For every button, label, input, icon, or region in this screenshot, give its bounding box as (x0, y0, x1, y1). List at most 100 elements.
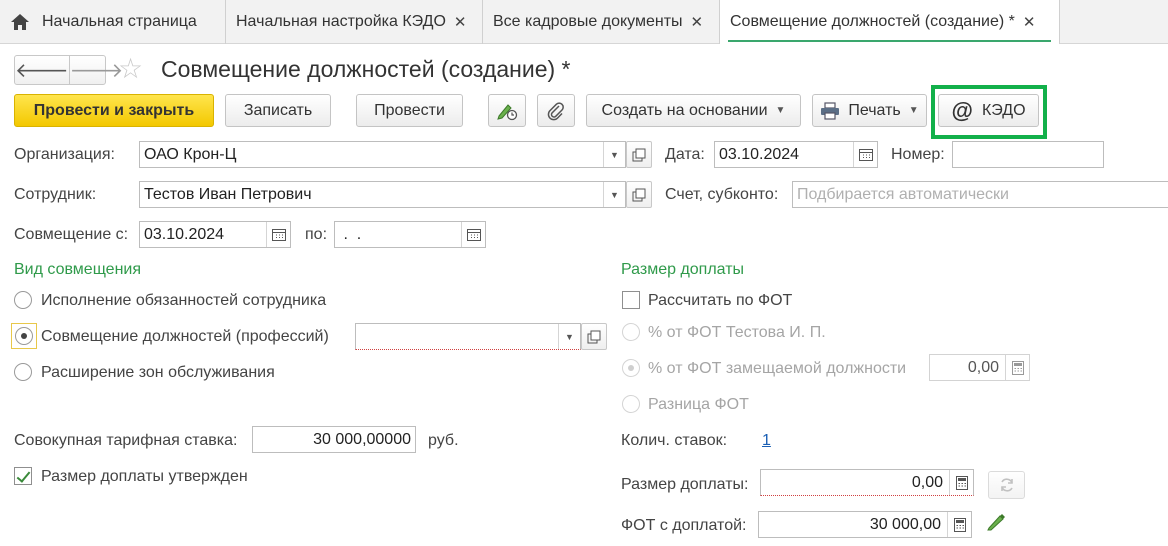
pay-radio-difference[interactable] (622, 395, 640, 413)
surcharge-label: Размер доплаты: (621, 476, 749, 493)
favorite-star-icon[interactable]: ☆ (118, 54, 143, 84)
post-and-close-button[interactable]: Провести и закрыть (14, 94, 214, 127)
date-value: 03.10.2024 (719, 145, 800, 163)
paperclip-icon (547, 101, 564, 120)
kind-option-zones: Расширение зон обслуживания (41, 364, 275, 381)
home-icon (11, 14, 29, 30)
tab-kedo-setup[interactable]: Начальная настройка КЭДО ✕ (226, 0, 483, 44)
calendar-icon[interactable] (853, 142, 877, 167)
open-organization-button[interactable] (626, 141, 652, 168)
close-icon[interactable]: ✕ (691, 13, 704, 31)
number-field[interactable] (952, 141, 1104, 168)
open-employee-button[interactable] (626, 181, 652, 208)
create-based-on-button[interactable]: Создать на основании ▼ (586, 94, 801, 127)
calculator-icon[interactable] (949, 470, 973, 495)
kind-section-title: Вид совмещения (14, 261, 142, 278)
calculator-icon[interactable] (947, 512, 971, 537)
organization-label: Организация: (14, 146, 115, 163)
post-button[interactable]: Провести (356, 94, 463, 127)
open-copy-icon (632, 148, 646, 161)
create-based-on-label: Создать на основании (601, 101, 768, 119)
chevron-down-icon: ▼ (908, 105, 919, 116)
at-sign-icon: @ (951, 97, 973, 123)
open-position-button[interactable] (581, 323, 607, 350)
save-button[interactable]: Записать (225, 94, 331, 127)
edit-fot-pencil-icon[interactable] (986, 511, 1006, 535)
kind-radio-duties[interactable] (14, 291, 32, 309)
tariff-rate-label: Совокупная тарифная ставка: (14, 432, 238, 449)
calc-by-fot-checkbox[interactable] (622, 291, 640, 309)
pay-radio-replaced-fot[interactable] (622, 359, 640, 377)
period-to-label: по: (305, 226, 328, 243)
pay-option-own-fot: % от ФОТ Тестова И. П. (648, 324, 826, 341)
period-to-value: . . (339, 225, 362, 243)
tab-all-hr-documents[interactable]: Все кадровые документы ✕ (483, 0, 720, 44)
organization-value: ОАО Крон-Ц (144, 145, 237, 163)
account-placeholder: Подбирается автоматически (797, 185, 1009, 203)
tab-label: Все кадровые документы (493, 13, 683, 30)
employee-label: Сотрудник: (14, 186, 97, 203)
close-icon[interactable]: ✕ (1023, 13, 1036, 31)
surcharge-approved-label: Размер доплаты утвержден (41, 468, 248, 485)
tariff-rate-unit: руб. (428, 432, 459, 449)
surcharge-approved-checkbox[interactable] (14, 467, 32, 485)
stavok-link[interactable]: 1 (762, 432, 771, 450)
surcharge-value: 0,00 (911, 473, 943, 491)
back-arrow-icon[interactable]: 🡐 (15, 56, 69, 84)
period-from-value: 03.10.2024 (144, 225, 225, 243)
kind-option-positions: Совмещение должностей (профессий) (41, 328, 329, 345)
pay-option-difference: Разница ФОТ (648, 396, 749, 413)
tab-label: Совмещение должностей (создание) * (730, 13, 1015, 30)
pay-option-replaced-fot: % от ФОТ замещаемой должности (648, 360, 907, 377)
attach-files-button[interactable] (537, 94, 575, 127)
close-icon[interactable]: ✕ (454, 13, 467, 31)
recalculate-button[interactable] (988, 471, 1025, 499)
tab-label: Начальная страница (42, 13, 197, 30)
kind-radio-positions[interactable] (15, 327, 33, 345)
organization-field[interactable]: ОАО Крон-Ц ▼ (139, 141, 626, 168)
percent-field[interactable]: 0,00 (929, 354, 1030, 381)
number-label: Номер: (891, 146, 945, 163)
account-label: Счет, субконто: (665, 186, 779, 203)
kedo-button[interactable]: @ КЭДО (938, 94, 1039, 127)
fot-field[interactable]: 30 000,00 (758, 511, 972, 538)
tariff-rate-field[interactable]: 30 000,00000 (252, 426, 416, 453)
open-copy-icon (587, 330, 601, 343)
stavok-label: Колич. ставок: (621, 432, 728, 449)
calendar-icon[interactable] (266, 222, 290, 247)
kind-radio-zones[interactable] (14, 363, 32, 381)
pencil-clock-icon (497, 103, 518, 120)
print-button[interactable]: Печать ▼ (812, 94, 927, 127)
forward-arrow-icon[interactable]: 🡒 (68, 56, 123, 84)
surcharge-field[interactable]: 0,00 (760, 469, 974, 496)
print-label: Печать (848, 101, 901, 119)
tab-combination-create[interactable]: Совмещение должностей (создание) * ✕ (720, 0, 1060, 44)
chevron-down-icon[interactable]: ▼ (558, 324, 580, 349)
calc-by-fot-label: Рассчитать по ФОТ (648, 292, 793, 309)
employee-field[interactable]: Тестов Иван Петрович ▼ (139, 181, 626, 208)
date-label: Дата: (665, 146, 705, 163)
period-from-field[interactable]: 03.10.2024 (139, 221, 291, 248)
calendar-icon[interactable] (461, 222, 485, 247)
period-to-field[interactable]: . . (334, 221, 486, 248)
fot-label: ФОТ с доплатой: (621, 517, 747, 534)
chevron-down-icon[interactable]: ▼ (603, 142, 625, 167)
account-field[interactable]: Подбирается автоматически (792, 181, 1168, 208)
fot-value: 30 000,00 (869, 515, 941, 533)
pay-radio-own-fot[interactable] (622, 323, 640, 341)
tab-label: Начальная настройка КЭДО (236, 13, 446, 30)
calculator-icon[interactable] (1005, 355, 1029, 380)
date-field[interactable]: 03.10.2024 (714, 141, 878, 168)
kedo-label: КЭДО (981, 101, 1026, 119)
chevron-down-icon[interactable]: ▼ (603, 182, 625, 207)
tab-home[interactable]: Начальная страница (0, 0, 226, 44)
page-title: Совмещение должностей (создание) * (161, 56, 571, 82)
chevron-down-icon: ▼ (775, 105, 786, 116)
tab-bar: Начальная страница Начальная настройка К… (0, 0, 1168, 44)
printer-icon (821, 101, 840, 120)
edit-journal-button[interactable] (488, 94, 526, 127)
combined-position-field[interactable]: ▼ (355, 323, 581, 350)
refresh-icon (1000, 478, 1013, 492)
surcharge-section-title: Размер доплаты (621, 261, 745, 278)
open-copy-icon (632, 188, 646, 201)
